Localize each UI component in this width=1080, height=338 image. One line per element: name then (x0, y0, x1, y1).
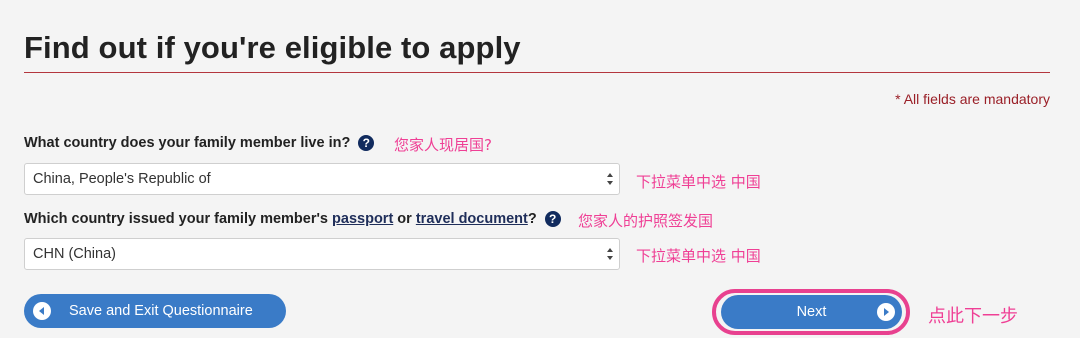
next-label: Next (796, 304, 827, 320)
question-country-text: What country does your family member liv… (24, 135, 351, 151)
page-title: Find out if you're eligible to apply (24, 30, 521, 65)
question-passport-label: Which country issued your family member'… (24, 211, 561, 227)
annotation-country: 您家人现居国? (394, 136, 492, 154)
annotation-passport-select: 下拉菜单中选 中国 (636, 247, 761, 265)
select-arrows-icon (607, 248, 613, 260)
help-icon[interactable]: ? (358, 135, 375, 151)
save-and-exit-label: Save and Exit Questionnaire (69, 303, 253, 319)
next-button[interactable]: Next (721, 295, 902, 329)
passport-link[interactable]: passport (332, 211, 393, 227)
question-passport-text-1: Which country issued your family member'… (24, 211, 333, 227)
annotation-country-select: 下拉菜单中选 中国 (636, 173, 761, 191)
annotation-passport: 您家人的护照签发国 (578, 212, 714, 230)
travel-document-link[interactable]: travel document (416, 211, 528, 227)
question-passport-text-2: or (393, 211, 416, 227)
chevron-right-circle-icon (877, 303, 895, 321)
help-icon[interactable]: ? (544, 211, 561, 227)
question-passport-text-3: ? (527, 211, 537, 227)
country-select[interactable]: China, People's Republic of (24, 163, 620, 195)
annotation-next: 点此下一步 (928, 306, 1018, 327)
chevron-left-circle-icon (33, 302, 51, 320)
country-select-value: China, People's Republic of (33, 171, 211, 187)
passport-country-select-value: CHN (China) (33, 246, 116, 262)
save-and-exit-button[interactable]: Save and Exit Questionnaire (24, 294, 286, 328)
mandatory-note: * All fields are mandatory (895, 91, 1050, 107)
passport-country-select[interactable]: CHN (China) (24, 238, 620, 270)
title-divider (24, 72, 1050, 73)
question-country-label: What country does your family member liv… (24, 135, 375, 151)
select-arrows-icon (607, 173, 613, 185)
